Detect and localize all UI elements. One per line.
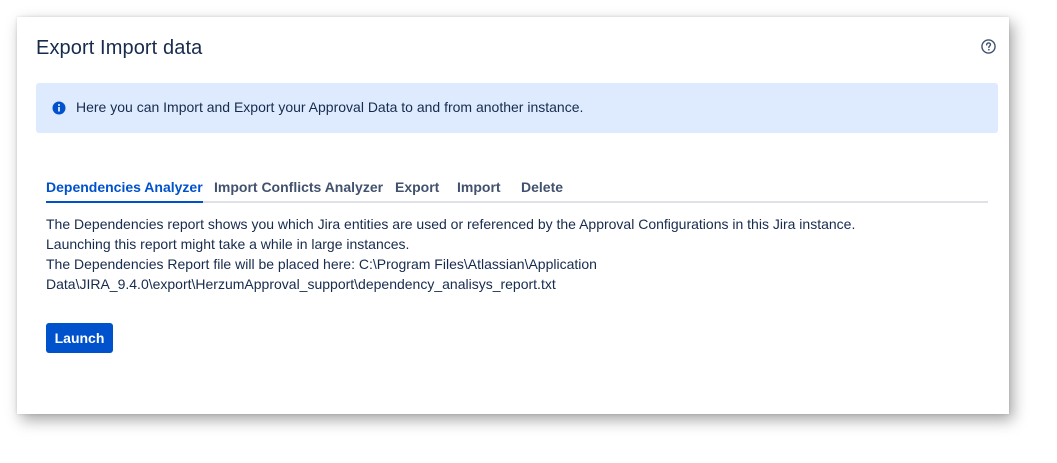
tab-export[interactable]: Export	[395, 179, 439, 201]
description-line: The Dependencies report shows you which …	[46, 216, 856, 232]
tab-import-conflicts-analyzer[interactable]: Import Conflicts Analyzer	[214, 179, 383, 201]
page-title: Export Import data	[36, 37, 203, 59]
tab-description: The Dependencies report shows you which …	[46, 214, 976, 294]
info-banner: Here you can Import and Export your Appr…	[36, 83, 998, 133]
tab-delete[interactable]: Delete	[521, 179, 563, 201]
info-icon	[52, 101, 66, 115]
tab-import[interactable]: Import	[457, 179, 501, 201]
info-banner-text: Here you can Import and Export your Appr…	[76, 99, 584, 115]
description-line: The Dependencies Report file will be pla…	[46, 256, 597, 272]
tab-dependencies-analyzer[interactable]: Dependencies Analyzer	[46, 179, 203, 203]
description-line: Launching this report might take a while…	[46, 236, 410, 252]
tab-bar: Dependencies Analyzer Import Conflicts A…	[46, 179, 988, 203]
export-import-panel: Export Import data Here you can Import a…	[17, 17, 1009, 414]
description-line: Data\JIRA_9.4.0\export\HerzumApproval_su…	[46, 276, 556, 292]
help-icon[interactable]	[981, 39, 996, 54]
launch-button[interactable]: Launch	[46, 323, 113, 353]
